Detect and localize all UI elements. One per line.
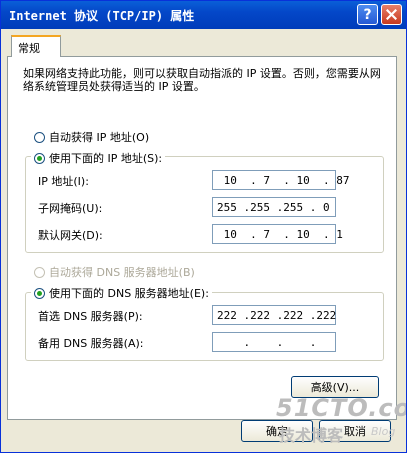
watermark-logo: 51CTO.com	[276, 394, 406, 422]
help-button[interactable]: ?	[357, 4, 378, 25]
radio-button-auto-dns	[34, 266, 45, 278]
tab-general[interactable]: 常规	[11, 35, 61, 57]
alternate-dns-input[interactable]: . . .	[212, 332, 336, 352]
radio-manual-dns[interactable]: 使用下面的 DNS 服务器地址(E):	[31, 285, 212, 301]
watermark-subtitle: 技术博客	[279, 426, 344, 445]
default-gateway-input[interactable]: 10 . 7 . 10 . 1	[212, 224, 343, 244]
dialog-window: Internet 协议 (TCP/IP) 属性 ? 常规 如果网络支持此功能，则…	[0, 0, 407, 453]
radio-auto-dns: 自动获得 DNS 服务器地址(B)	[34, 264, 195, 280]
window-title: Internet 协议 (TCP/IP) 属性	[9, 9, 195, 23]
radio-label-manual-ip: 使用下面的 IP 地址(S):	[49, 152, 163, 165]
watermark-blog: Blog	[371, 425, 396, 438]
preferred-dns-input[interactable]: 222 .222 .222 .222	[212, 305, 336, 325]
ip-address-label: IP 地址(I):	[38, 175, 89, 188]
radio-label-manual-dns: 使用下面的 DNS 服务器地址(E):	[49, 287, 209, 300]
radio-button-manual-dns[interactable]	[34, 287, 45, 299]
title-bar[interactable]: Internet 协议 (TCP/IP) 属性 ?	[1, 1, 406, 29]
radio-label-auto-ip: 自动获得 IP 地址(O)	[49, 131, 150, 144]
preferred-dns-label: 首选 DNS 服务器(P):	[38, 310, 143, 323]
subnet-mask-input[interactable]: 255 .255 .255 . 0	[212, 197, 336, 217]
radio-auto-ip[interactable]: 自动获得 IP 地址(O)	[34, 129, 149, 145]
radio-button-auto-ip[interactable]	[34, 131, 45, 143]
subnet-mask-label: 子网掩码(U):	[38, 202, 103, 215]
help-icon: ?	[363, 6, 372, 23]
radio-label-auto-dns: 自动获得 DNS 服务器地址(B)	[49, 266, 195, 279]
description-text: 如果网络支持此功能，则可以获取自动指派的 IP 设置。否则，您需要从网络系统管理…	[23, 67, 381, 93]
close-icon	[386, 9, 397, 20]
default-gateway-label: 默认网关(D):	[38, 229, 103, 242]
alternate-dns-label: 备用 DNS 服务器(A):	[38, 337, 144, 350]
close-button[interactable]	[381, 4, 402, 25]
radio-button-manual-ip[interactable]	[34, 152, 45, 164]
radio-manual-ip[interactable]: 使用下面的 IP 地址(S):	[31, 150, 166, 166]
ip-address-input[interactable]: 10 . 7 . 10 . 87	[212, 170, 349, 190]
